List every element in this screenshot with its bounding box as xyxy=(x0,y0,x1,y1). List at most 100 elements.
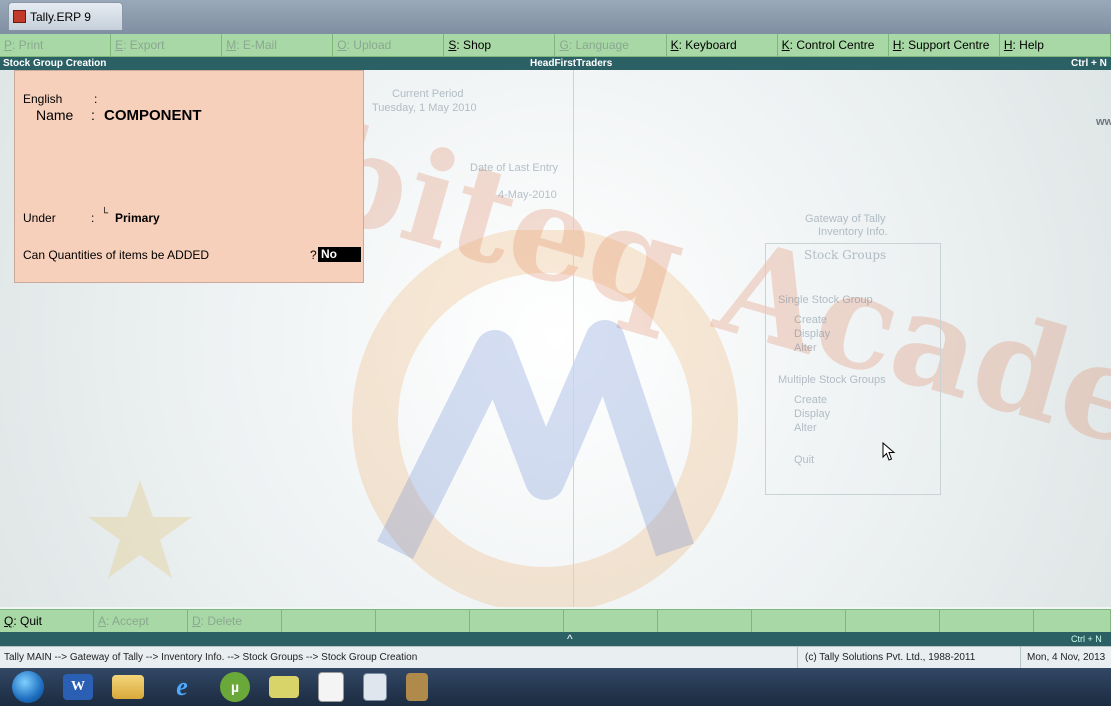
top-button-3[interactable]: O: Upload xyxy=(333,34,445,56)
stock-groups-title: Stock Groups xyxy=(804,248,887,262)
menu-quit[interactable]: Quit xyxy=(794,454,814,466)
inventory-info: Inventory Info. xyxy=(818,226,888,238)
under-field[interactable]: Primary xyxy=(115,211,160,225)
stock-group-form: English : Name : COMPONENT Under : └ Pri… xyxy=(14,70,364,283)
windows-taskbar: W e µ xyxy=(0,668,1111,706)
period-value: Tuesday, 1 May 2010 xyxy=(372,102,477,114)
status-date: Mon, 4 Nov, 2013 xyxy=(1027,652,1106,663)
top-button-9[interactable]: H: Help xyxy=(1000,34,1111,56)
bottom-button-empty xyxy=(470,610,564,632)
bottom-button-bar: Q: Quit A: Accept D: Delete xyxy=(0,609,1111,632)
status-bar: Tally MAIN --> Gateway of Tally --> Inve… xyxy=(0,646,1111,669)
right-edge-text: ww xyxy=(1096,116,1111,128)
header-shortcut: Ctrl + N xyxy=(1071,58,1107,69)
name-field[interactable]: COMPONENT xyxy=(104,107,202,124)
status-strip: ^ Ctrl + N xyxy=(0,632,1111,646)
bottom-button-2[interactable]: D: Delete xyxy=(188,610,282,632)
top-button-label: : Upload xyxy=(346,38,392,52)
multiple-display[interactable]: Display xyxy=(794,408,830,420)
name-label-english: English xyxy=(23,92,63,106)
watermark-star xyxy=(88,480,192,578)
tally-app-icon xyxy=(13,10,26,23)
company-name: HeadFirstTraders xyxy=(530,58,613,69)
gateway-title: Gateway of Tally xyxy=(805,213,886,225)
top-button-key: P xyxy=(4,38,13,52)
window-title: Tally.ERP 9 xyxy=(30,9,91,24)
mouse-cursor-icon xyxy=(882,442,896,461)
start-orb-icon[interactable] xyxy=(12,671,44,703)
status-shortcut: Ctrl + N xyxy=(1071,634,1102,644)
single-display[interactable]: Display xyxy=(794,328,830,340)
top-button-key: H xyxy=(1003,38,1013,52)
header-strip: Stock Group Creation HeadFirstTraders Ct… xyxy=(0,57,1111,70)
status-divider xyxy=(797,647,798,669)
multiple-stock-groups: Multiple Stock Groups xyxy=(778,374,886,386)
top-button-label: : Print xyxy=(12,38,44,52)
main-area: Mobiteq Academy Current Period Tuesday, … xyxy=(0,70,1111,607)
single-stock-group: Single Stock Group xyxy=(778,294,873,306)
bottom-button-0[interactable]: Q: Quit xyxy=(0,610,94,632)
top-button-label: : Help xyxy=(1012,38,1044,52)
bottom-button-empty xyxy=(282,610,376,632)
window-tab[interactable]: Tally.ERP 9 xyxy=(8,2,123,30)
under-colon: : xyxy=(91,211,95,225)
bottom-button-empty xyxy=(752,610,846,632)
top-button-7[interactable]: K: Control Centre xyxy=(778,34,889,56)
bottom-button-empty xyxy=(376,610,470,632)
single-create[interactable]: Create xyxy=(794,314,827,326)
copyright: (c) Tally Solutions Pvt. Ltd., 1988-2011 xyxy=(805,652,976,663)
top-button-1[interactable]: E: Export xyxy=(111,34,223,56)
top-button-6[interactable]: K: Keyboard xyxy=(667,34,778,56)
multiple-alter[interactable]: Alter xyxy=(794,422,817,434)
top-button-4[interactable]: S: Shop xyxy=(444,34,556,56)
under-label: Under xyxy=(23,211,56,225)
word-icon[interactable]: W xyxy=(63,674,93,700)
scroll-up-caret-icon[interactable]: ^ xyxy=(567,632,573,646)
bottom-button-empty xyxy=(940,610,1034,632)
internet-explorer-icon[interactable]: e xyxy=(163,671,201,703)
bottom-button-1[interactable]: A: Accept xyxy=(94,610,188,632)
screen-title: Stock Group Creation xyxy=(3,58,107,69)
top-button-label: : Shop xyxy=(456,38,492,52)
utorrent-icon[interactable]: µ xyxy=(220,672,250,702)
watermark-logo xyxy=(352,230,738,607)
top-button-label: : Keyboard xyxy=(678,38,737,52)
name-label: Name xyxy=(36,107,74,123)
bottom-button-empty xyxy=(658,610,752,632)
top-button-5[interactable]: G: Language xyxy=(555,34,667,56)
top-button-key: K xyxy=(781,38,790,52)
bottom-button-key: D xyxy=(192,614,201,628)
bottom-button-key: Q xyxy=(4,614,14,628)
last-entry-label: Date of Last Entry xyxy=(470,162,559,174)
bottom-button-empty xyxy=(846,610,940,632)
sticky-notes-icon[interactable] xyxy=(269,676,299,698)
name-colon: : xyxy=(91,107,95,123)
bottom-button-key: A xyxy=(98,614,107,628)
file-explorer-icon[interactable] xyxy=(112,675,144,699)
top-button-label: : Language xyxy=(568,38,629,52)
top-button-2[interactable]: M: E-Mail xyxy=(222,34,334,56)
last-entry-value: 4-May-2010 xyxy=(498,189,557,201)
multiple-create[interactable]: Create xyxy=(794,394,827,406)
top-button-0[interactable]: P: Print xyxy=(0,34,112,56)
under-marker-icon: └ xyxy=(101,208,109,219)
tally-erp-icon[interactable] xyxy=(318,672,344,702)
top-button-key: G xyxy=(559,38,569,52)
breadcrumb: Tally MAIN --> Gateway of Tally --> Inve… xyxy=(4,652,418,663)
top-button-key: H xyxy=(892,38,902,52)
top-button-key: E xyxy=(115,38,124,52)
qty-added-question: ? xyxy=(310,248,317,262)
calculator-icon[interactable] xyxy=(363,673,387,701)
top-button-8[interactable]: H: Support Centre xyxy=(889,34,1000,56)
window-title-bar: Tally.ERP 9 xyxy=(0,0,1111,34)
app-icon[interactable] xyxy=(406,673,428,701)
bottom-button-empty xyxy=(1034,610,1111,632)
top-button-key: O xyxy=(337,38,347,52)
top-button-label: : Support Centre xyxy=(901,38,990,52)
top-button-key: K xyxy=(670,38,679,52)
qty-added-label: Can Quantities of items be ADDED xyxy=(23,248,210,262)
bottom-button-empty xyxy=(564,610,658,632)
qty-added-field[interactable]: No xyxy=(318,247,361,262)
top-button-bar: P: Print E: Export M: E-Mail O: Upload S: Sh… xyxy=(0,34,1111,57)
single-alter[interactable]: Alter xyxy=(794,342,817,354)
